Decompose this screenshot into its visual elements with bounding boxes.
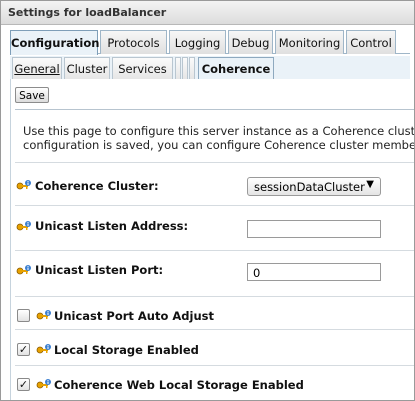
tab-monitoring[interactable]: Monitoring bbox=[275, 30, 344, 54]
row-divider bbox=[15, 329, 414, 330]
coherence-cluster-select[interactable]: sessionDataCluster ▼ bbox=[247, 177, 381, 196]
local-storage-enabled-checkbox[interactable]: ✓ bbox=[17, 343, 30, 356]
key-info-icon bbox=[16, 264, 32, 278]
key-info-icon bbox=[36, 378, 52, 392]
save-button[interactable]: Save bbox=[15, 87, 49, 103]
coherence-cluster-value: sessionDataCluster bbox=[254, 180, 365, 194]
tab-configuration[interactable]: Configuration bbox=[10, 30, 99, 55]
unicast-port-auto-adjust-label: Unicast Port Auto Adjust bbox=[54, 309, 214, 323]
tab-protocols[interactable]: Protocols bbox=[100, 30, 167, 54]
local-storage-enabled-label: Local Storage Enabled bbox=[54, 343, 199, 357]
sub-tab-bar: General Cluster Services Coherence bbox=[10, 56, 410, 79]
subtab-separator bbox=[175, 57, 181, 79]
tab-control[interactable]: Control bbox=[346, 30, 396, 54]
settings-panel: Settings for loadBalancer Configuration … bbox=[0, 0, 415, 401]
unicast-listen-port-input[interactable] bbox=[247, 263, 381, 281]
main-tab-bar: Configuration Protocols Logging Debug Mo… bbox=[10, 30, 410, 55]
toolbar-divider bbox=[15, 109, 414, 110]
panel-title: Settings for loadBalancer bbox=[1, 1, 414, 25]
row-divider bbox=[15, 205, 414, 206]
unicast-listen-address-label: Unicast Listen Address: bbox=[35, 219, 189, 233]
unicast-listen-address-input[interactable] bbox=[247, 220, 381, 238]
coherence-web-local-storage-checkbox[interactable]: ✓ bbox=[17, 378, 30, 391]
description-line-2: configuration is saved, you can configur… bbox=[23, 138, 414, 152]
subtab-cluster[interactable]: Cluster bbox=[64, 57, 110, 79]
row-divider bbox=[15, 296, 414, 297]
row-divider bbox=[15, 250, 414, 251]
tab-logging[interactable]: Logging bbox=[169, 30, 226, 54]
unicast-listen-port-label: Unicast Listen Port: bbox=[35, 263, 164, 277]
subtab-services[interactable]: Services bbox=[112, 57, 173, 79]
subtab-separator bbox=[189, 57, 195, 79]
dropdown-arrow-icon: ▼ bbox=[366, 179, 374, 190]
description-line-1: Use this page to configure this server i… bbox=[23, 124, 415, 138]
subtab-general[interactable]: General bbox=[12, 57, 62, 79]
coherence-cluster-label: Coherence Cluster: bbox=[35, 179, 159, 193]
row-divider bbox=[15, 365, 414, 366]
tab-debug[interactable]: Debug bbox=[228, 30, 273, 54]
key-info-icon bbox=[36, 309, 52, 323]
key-info-icon bbox=[36, 343, 52, 357]
subtab-coherence[interactable]: Coherence bbox=[198, 57, 274, 79]
page-description: Use this page to configure this server i… bbox=[23, 124, 415, 152]
subtab-separator bbox=[182, 57, 188, 79]
row-divider bbox=[15, 162, 414, 163]
subtab-general-label: General bbox=[14, 62, 60, 76]
coherence-web-local-storage-label: Coherence Web Local Storage Enabled bbox=[54, 378, 304, 392]
key-info-icon bbox=[16, 220, 32, 234]
key-info-icon bbox=[16, 179, 32, 193]
unicast-port-auto-adjust-checkbox[interactable] bbox=[17, 309, 30, 322]
